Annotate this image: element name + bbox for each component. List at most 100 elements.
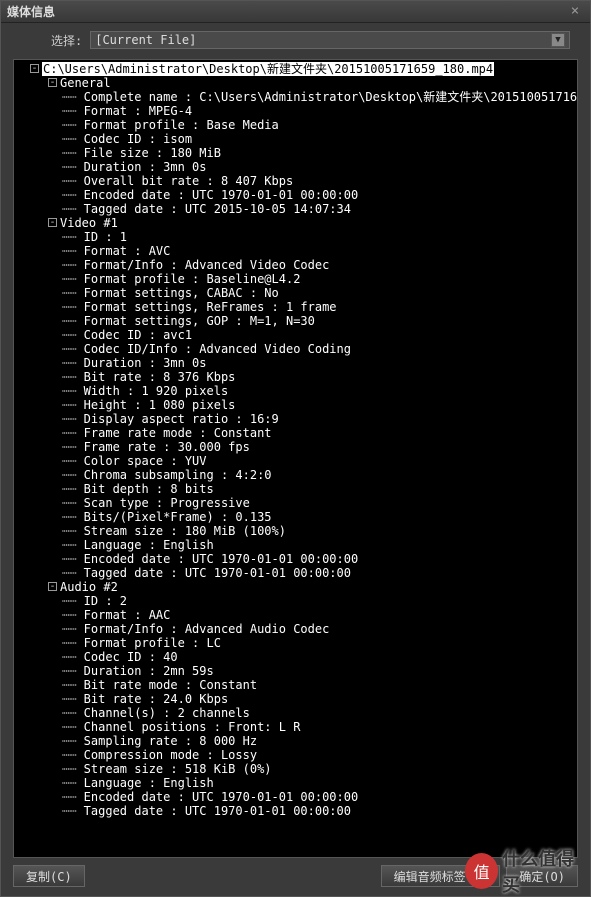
tree-label: ┈┈ Complete name : C:\Users\Administrato… bbox=[62, 90, 578, 104]
collapse-icon[interactable]: - bbox=[48, 218, 57, 227]
tree-row[interactable]: ┈┈ Encoded date : UTC 1970-01-01 00:00:0… bbox=[14, 552, 577, 566]
tree-label: ┈┈ Format settings, ReFrames : 1 frame bbox=[62, 300, 337, 314]
tree-label: ┈┈ Duration : 3mn 0s bbox=[62, 160, 207, 174]
tree-row[interactable]: ┈┈ Duration : 3mn 0s bbox=[14, 356, 577, 370]
tree-row[interactable]: ┈┈ Tagged date : UTC 2015-10-05 14:07:34 bbox=[14, 202, 577, 216]
tree-row[interactable]: ┈┈ Format/Info : Advanced Audio Codec bbox=[14, 622, 577, 636]
tree-row[interactable]: ┈┈ Stream size : 518 KiB (0%) bbox=[14, 762, 577, 776]
tree-row[interactable]: ┈┈ Encoded date : UTC 1970-01-01 00:00:0… bbox=[14, 188, 577, 202]
tree-label: ┈┈ Codec ID : isom bbox=[62, 132, 192, 146]
tree-row[interactable]: ┈┈ ID : 1 bbox=[14, 230, 577, 244]
tree-label: ┈┈ Encoded date : UTC 1970-01-01 00:00:0… bbox=[62, 790, 358, 804]
tree-row[interactable]: ┈┈ Channel positions : Front: L R bbox=[14, 720, 577, 734]
window-title: 媒体信息 bbox=[7, 3, 566, 20]
tree-row[interactable]: ┈┈ Format : AVC bbox=[14, 244, 577, 258]
tree-row[interactable]: ┈┈ Format profile : LC bbox=[14, 636, 577, 650]
tree-row[interactable]: ┈┈ Format settings, GOP : M=1, N=30 bbox=[14, 314, 577, 328]
tree-row[interactable]: ┈┈ Format : MPEG-4 bbox=[14, 104, 577, 118]
tree-row[interactable]: ┈┈ Format profile : Base Media bbox=[14, 118, 577, 132]
tree-row[interactable]: ┈┈ Format settings, CABAC : No bbox=[14, 286, 577, 300]
tree-row[interactable]: ┈┈ Scan type : Progressive bbox=[14, 496, 577, 510]
tree-row[interactable]: ┈┈ Frame rate mode : Constant bbox=[14, 426, 577, 440]
tree-label: ┈┈ Sampling rate : 8 000 Hz bbox=[62, 734, 257, 748]
tree-row[interactable]: ┈┈ Color space : YUV bbox=[14, 454, 577, 468]
tree-label: ┈┈ Encoded date : UTC 1970-01-01 00:00:0… bbox=[62, 188, 358, 202]
tree-row[interactable]: ┈┈ Language : English bbox=[14, 776, 577, 790]
tree-row[interactable]: ┈┈ Height : 1 080 pixels bbox=[14, 398, 577, 412]
tree-row[interactable]: ┈┈ Duration : 3mn 0s bbox=[14, 160, 577, 174]
copy-button[interactable]: 复制(C) bbox=[13, 865, 85, 887]
tree-row[interactable]: -General bbox=[14, 76, 577, 90]
tree-label: ┈┈ Format profile : Base Media bbox=[62, 118, 279, 132]
tree-label: ┈┈ Height : 1 080 pixels bbox=[62, 398, 235, 412]
media-info-window: 媒体信息 × 选择: [Current File] ▼ -C:\Users\Ad… bbox=[0, 0, 591, 897]
tree-label: ┈┈ Width : 1 920 pixels bbox=[62, 384, 228, 398]
tree-row[interactable]: ┈┈ Tagged date : UTC 1970-01-01 00:00:00 bbox=[14, 566, 577, 580]
media-info-tree[interactable]: -C:\Users\Administrator\Desktop\新建文件夹\20… bbox=[13, 59, 578, 858]
tree-row[interactable]: ┈┈ File size : 180 MiB bbox=[14, 146, 577, 160]
titlebar: 媒体信息 × bbox=[1, 1, 590, 23]
tree-label: ┈┈ Format profile : Baseline@L4.2 bbox=[62, 272, 300, 286]
collapse-icon[interactable]: - bbox=[48, 582, 57, 591]
tree-label: C:\Users\Administrator\Desktop\新建文件夹\201… bbox=[42, 62, 494, 76]
tree-row[interactable]: -Audio #2 bbox=[14, 580, 577, 594]
tree-row[interactable]: ┈┈ Bit rate mode : Constant bbox=[14, 678, 577, 692]
tree-row[interactable]: ┈┈ Sampling rate : 8 000 Hz bbox=[14, 734, 577, 748]
tree-label: ┈┈ Format profile : LC bbox=[62, 636, 221, 650]
tree-label: ┈┈ Duration : 2mn 59s bbox=[62, 664, 214, 678]
tree-label: ┈┈ Color space : YUV bbox=[62, 454, 207, 468]
tree-label: ┈┈ Codec ID : avc1 bbox=[62, 328, 192, 342]
tree-row[interactable]: ┈┈ Format/Info : Advanced Video Codec bbox=[14, 258, 577, 272]
collapse-icon[interactable]: - bbox=[48, 78, 57, 87]
tree-row[interactable]: ┈┈ Stream size : 180 MiB (100%) bbox=[14, 524, 577, 538]
tree-label: ┈┈ Channel(s) : 2 channels bbox=[62, 706, 250, 720]
tree-row[interactable]: ┈┈ Bit rate : 8 376 Kbps bbox=[14, 370, 577, 384]
tree-row[interactable]: ┈┈ Frame rate : 30.000 fps bbox=[14, 440, 577, 454]
tree-label: ┈┈ Bit rate : 24.0 Kbps bbox=[62, 692, 228, 706]
tree-row[interactable]: ┈┈ Chroma subsampling : 4:2:0 bbox=[14, 468, 577, 482]
tree-label: ┈┈ Display aspect ratio : 16:9 bbox=[62, 412, 279, 426]
tree-row[interactable]: ┈┈ Codec ID : isom bbox=[14, 132, 577, 146]
tree-row[interactable]: ┈┈ Display aspect ratio : 16:9 bbox=[14, 412, 577, 426]
tree-row[interactable]: -C:\Users\Administrator\Desktop\新建文件夹\20… bbox=[14, 62, 577, 76]
ok-button[interactable]: 确定(O) bbox=[506, 865, 578, 887]
tree-label: ┈┈ Codec ID : 40 bbox=[62, 650, 178, 664]
edit-audio-tags-button[interactable]: 编辑音频标签(W) bbox=[381, 865, 501, 887]
tree-row[interactable]: ┈┈ Width : 1 920 pixels bbox=[14, 384, 577, 398]
collapse-icon[interactable]: - bbox=[30, 64, 39, 73]
tree-label: ┈┈ Encoded date : UTC 1970-01-01 00:00:0… bbox=[62, 552, 358, 566]
tree-row[interactable]: ┈┈ Complete name : C:\Users\Administrato… bbox=[14, 90, 577, 104]
tree-label: ┈┈ Tagged date : UTC 1970-01-01 00:00:00 bbox=[62, 566, 351, 580]
tree-label: Audio #2 bbox=[60, 580, 118, 594]
tree-row[interactable]: ┈┈ Encoded date : UTC 1970-01-01 00:00:0… bbox=[14, 790, 577, 804]
tree-row[interactable]: -Video #1 bbox=[14, 216, 577, 230]
tree-row[interactable]: ┈┈ Duration : 2mn 59s bbox=[14, 664, 577, 678]
tree-row[interactable]: ┈┈ Codec ID : avc1 bbox=[14, 328, 577, 342]
tree-row[interactable]: ┈┈ Bit depth : 8 bits bbox=[14, 482, 577, 496]
tree-row[interactable]: ┈┈ ID : 2 bbox=[14, 594, 577, 608]
chevron-down-icon: ▼ bbox=[551, 33, 565, 47]
tree-row[interactable]: ┈┈ Overall bit rate : 8 407 Kbps bbox=[14, 174, 577, 188]
tree-label: General bbox=[60, 76, 111, 90]
tree-label: ┈┈ Format settings, CABAC : No bbox=[62, 286, 279, 300]
tree-row[interactable]: ┈┈ Bits/(Pixel*Frame) : 0.135 bbox=[14, 510, 577, 524]
file-select-combo[interactable]: [Current File] ▼ bbox=[90, 31, 570, 49]
tree-row[interactable]: ┈┈ Codec ID/Info : Advanced Video Coding bbox=[14, 342, 577, 356]
tree-row[interactable]: ┈┈ Format : AAC bbox=[14, 608, 577, 622]
tree-row[interactable]: ┈┈ Codec ID : 40 bbox=[14, 650, 577, 664]
tree-label: ┈┈ Channel positions : Front: L R bbox=[62, 720, 300, 734]
tree-label: ┈┈ Chroma subsampling : 4:2:0 bbox=[62, 468, 272, 482]
tree-label: ┈┈ ID : 2 bbox=[62, 594, 127, 608]
tree-label: ┈┈ Duration : 3mn 0s bbox=[62, 356, 207, 370]
file-select-row: 选择: [Current File] ▼ bbox=[1, 23, 590, 55]
close-icon[interactable]: × bbox=[566, 4, 584, 20]
tree-row[interactable]: ┈┈ Bit rate : 24.0 Kbps bbox=[14, 692, 577, 706]
tree-row[interactable]: ┈┈ Tagged date : UTC 1970-01-01 00:00:00 bbox=[14, 804, 577, 818]
tree-row[interactable]: ┈┈ Format settings, ReFrames : 1 frame bbox=[14, 300, 577, 314]
select-label: 选择: bbox=[51, 32, 82, 49]
tree-label: Video #1 bbox=[60, 216, 118, 230]
tree-row[interactable]: ┈┈ Channel(s) : 2 channels bbox=[14, 706, 577, 720]
tree-row[interactable]: ┈┈ Language : English bbox=[14, 538, 577, 552]
tree-row[interactable]: ┈┈ Format profile : Baseline@L4.2 bbox=[14, 272, 577, 286]
tree-row[interactable]: ┈┈ Compression mode : Lossy bbox=[14, 748, 577, 762]
